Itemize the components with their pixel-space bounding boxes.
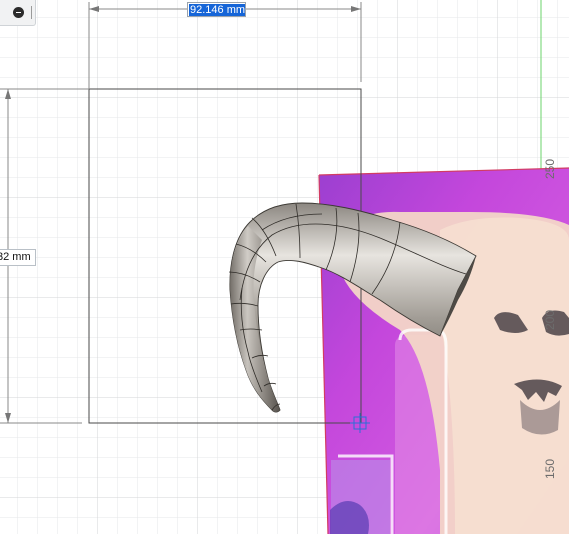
dimension-input[interactable]: 92.146 mm: [187, 2, 246, 17]
dimension-input-value: 92.146 mm: [189, 4, 246, 16]
ruler-tick-200: 200: [543, 309, 558, 331]
canvas-viewport[interactable]: 250 200 150 92.146 mm 32 mm: [0, 0, 569, 534]
mini-toolbar: [0, 0, 36, 26]
ruler-tick-250: 250: [543, 158, 558, 180]
vertical-dimension-value: 32 mm: [0, 251, 31, 263]
separator-icon: [31, 6, 32, 19]
vertical-dimension-label[interactable]: 32 mm: [0, 249, 36, 266]
model-canvas[interactable]: [0, 0, 569, 534]
ruler-tick-150: 150: [543, 458, 558, 480]
minus-circle-icon[interactable]: [13, 7, 24, 18]
